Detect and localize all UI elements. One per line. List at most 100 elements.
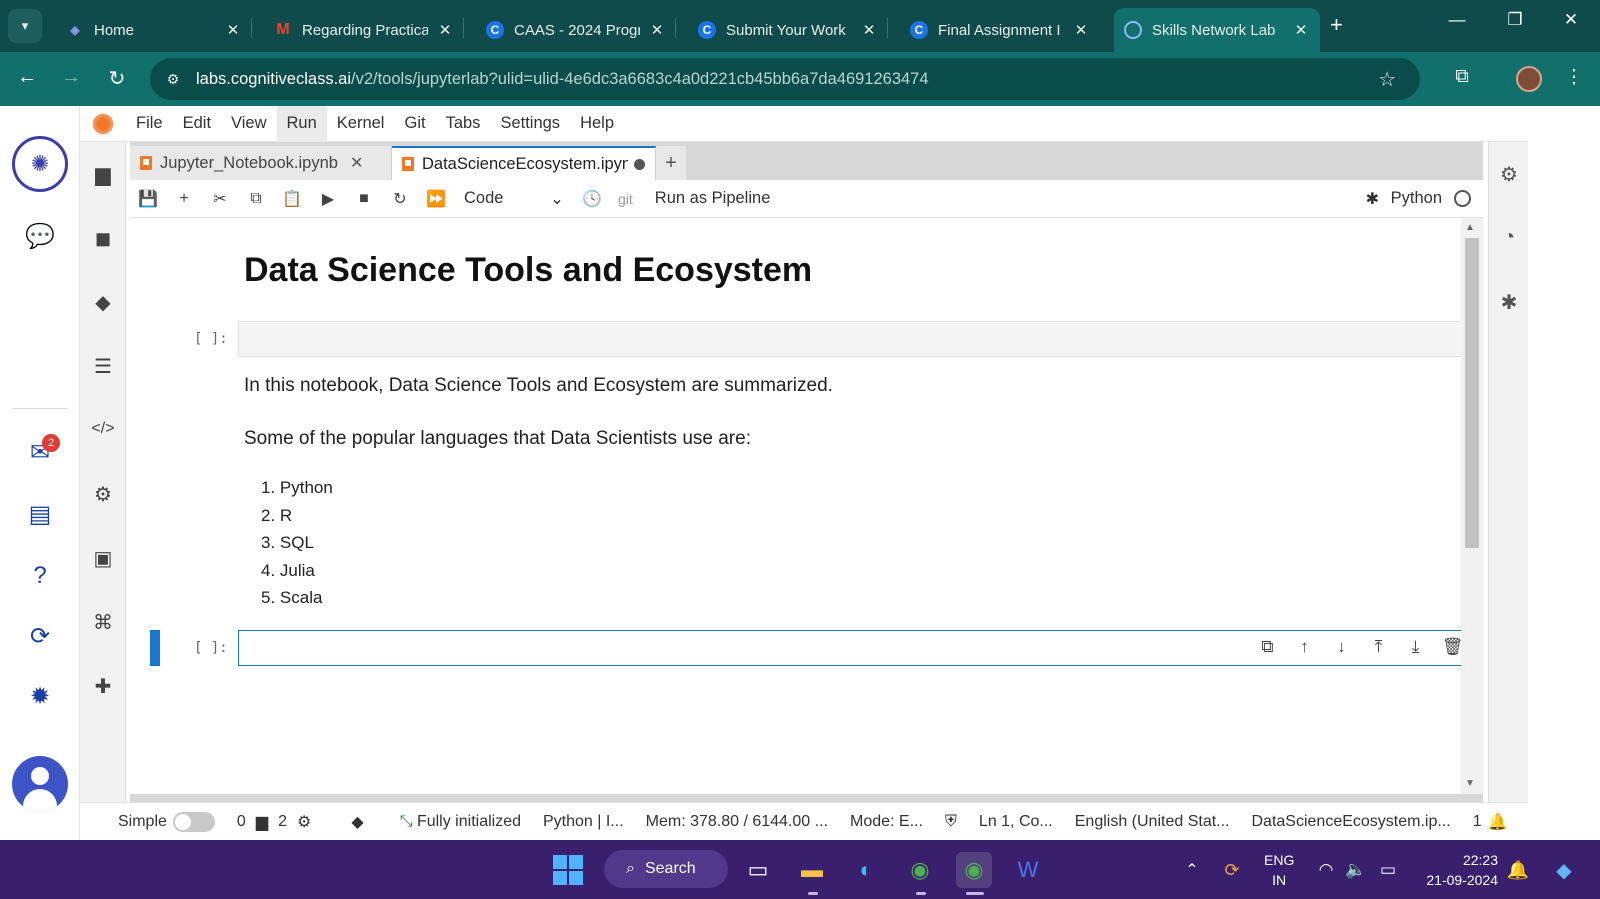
run-icon[interactable]: ▶ bbox=[310, 189, 346, 209]
run-as-pipeline-button[interactable]: Run as Pipeline bbox=[655, 189, 771, 208]
scroll-thumb[interactable] bbox=[1465, 238, 1479, 548]
task-view-icon[interactable]: ▭ bbox=[740, 852, 776, 888]
help-icon[interactable]: ? bbox=[16, 552, 64, 600]
copilot-icon[interactable]: ◆ bbox=[1546, 852, 1582, 888]
address-bar[interactable]: ⚙ labs.cognitiveclass.ai/v2/tools/jupyte… bbox=[150, 58, 1420, 100]
cut-icon[interactable]: ✂ bbox=[202, 189, 238, 209]
sync-tray-icon[interactable]: ⟳ bbox=[1214, 852, 1250, 888]
scroll-down-arrow-icon[interactable]: ▼ bbox=[1465, 778, 1475, 789]
chrome-profile-icon[interactable]: ◉ bbox=[956, 852, 992, 888]
init-status[interactable]: ⤡ Fully initialized bbox=[400, 813, 521, 831]
property-gear-icon[interactable]: ⚙ bbox=[1489, 162, 1529, 187]
git-diff-button[interactable]: git bbox=[618, 191, 633, 207]
property-inspector-icon[interactable]: ⚙ bbox=[80, 482, 126, 507]
close-icon[interactable]: ✕ bbox=[1072, 21, 1090, 39]
save-icon[interactable]: 💾 bbox=[130, 189, 166, 209]
reload-icon[interactable]: ↻ bbox=[104, 66, 130, 91]
site-info-icon[interactable]: ⚙ bbox=[160, 71, 186, 88]
debugger-bug-icon[interactable]: ✱ bbox=[1489, 290, 1529, 315]
menu-file[interactable]: File bbox=[126, 106, 173, 142]
menu-run[interactable]: Run bbox=[276, 105, 327, 142]
input-language[interactable]: ENG IN bbox=[1264, 850, 1294, 890]
menu-view[interactable]: View bbox=[221, 106, 276, 142]
add-tab-plus-icon[interactable]: + bbox=[656, 146, 686, 180]
trusted-shield-icon[interactable]: ⛨ bbox=[945, 813, 957, 831]
tab-search-chevron-icon[interactable]: ▾ bbox=[8, 9, 42, 43]
folder-icon[interactable]: ▆ bbox=[80, 162, 126, 187]
bookmark-star-icon[interactable]: ☆ bbox=[1378, 67, 1396, 92]
back-arrow-icon[interactable]: ← bbox=[14, 66, 40, 89]
volume-icon[interactable]: 🔈 bbox=[1338, 852, 1374, 888]
window-close-icon[interactable]: ✕ bbox=[1556, 10, 1586, 30]
menu-git[interactable]: Git bbox=[394, 106, 435, 142]
menu-tabs[interactable]: Tabs bbox=[436, 106, 491, 142]
chrome-icon[interactable]: ◉ bbox=[902, 852, 938, 888]
system-clock[interactable]: 22:23 21-09-2024 bbox=[1418, 850, 1498, 890]
insert-below-icon[interactable]: ⤓ bbox=[1397, 637, 1434, 657]
toggle-switch[interactable] bbox=[172, 811, 215, 832]
notification-count[interactable]: 1 bbox=[1473, 813, 1482, 831]
resource-gauge-icon[interactable]: ◔ bbox=[1489, 226, 1529, 249]
notification-bell-icon[interactable]: 🔔 bbox=[1500, 852, 1536, 888]
instructions-icon[interactable]: ▤ bbox=[16, 490, 64, 538]
close-icon[interactable]: ✕ bbox=[1292, 21, 1310, 39]
terminal-count[interactable]: 0 bbox=[237, 813, 246, 831]
doc-tab-jupyter-notebook[interactable]: Jupyter_Notebook.ipynb ✕ bbox=[130, 146, 392, 180]
insert-above-icon[interactable]: ⤒ bbox=[1360, 637, 1397, 657]
close-icon[interactable]: ✕ bbox=[860, 21, 878, 39]
browser-tab-skills-network[interactable]: Skills Network Lab ✕ bbox=[1114, 8, 1320, 52]
edge-icon[interactable]: ◐ bbox=[848, 852, 884, 888]
browser-tab-gmail[interactable]: M Regarding Practica ✕ bbox=[264, 8, 464, 52]
git-icon[interactable]: ◆ bbox=[80, 290, 126, 315]
menu-edit[interactable]: Edit bbox=[173, 106, 221, 142]
forward-arrow-icon[interactable]: → bbox=[58, 66, 84, 89]
close-icon[interactable]: ✕ bbox=[350, 153, 363, 173]
copy-icon[interactable]: ⧉ bbox=[238, 190, 274, 208]
cell-type-select[interactable]: Code ⌄ bbox=[464, 189, 564, 209]
close-icon[interactable]: ✕ bbox=[436, 21, 454, 39]
duplicate-cell-icon[interactable]: ⧉ bbox=[1249, 637, 1286, 657]
new-tab-plus-icon[interactable]: + bbox=[1330, 12, 1343, 38]
debugger-bug-icon[interactable]: ✱ bbox=[1366, 189, 1379, 209]
scroll-up-arrow-icon[interactable]: ▲ bbox=[1465, 222, 1475, 233]
table-of-contents-icon[interactable]: ☰ bbox=[80, 354, 126, 379]
restore-icon[interactable]: ❐ bbox=[1500, 10, 1530, 30]
sync-icon[interactable]: ⟳ bbox=[16, 612, 64, 660]
interrupt-stop-icon[interactable]: ■ bbox=[346, 190, 382, 208]
close-icon[interactable]: ✕ bbox=[224, 21, 242, 39]
git-status-icon[interactable]: ◆ bbox=[351, 812, 363, 832]
profile-avatar[interactable] bbox=[1516, 66, 1542, 92]
extension-puzzle-icon[interactable]: ✚ bbox=[80, 674, 126, 699]
minimize-icon[interactable]: — bbox=[1442, 10, 1472, 30]
url-text[interactable]: labs.cognitiveclass.ai/v2/tools/jupyterl… bbox=[196, 70, 929, 89]
kernel-indicator[interactable]: Python bbox=[1391, 189, 1471, 208]
windows-start-icon[interactable] bbox=[553, 855, 583, 885]
kernel-status[interactable]: Python | I... bbox=[543, 813, 624, 831]
user-avatar-icon[interactable] bbox=[12, 756, 68, 812]
menu-settings[interactable]: Settings bbox=[490, 106, 570, 142]
menu-help[interactable]: Help bbox=[570, 106, 624, 142]
move-down-arrow-icon[interactable]: ↓ bbox=[1323, 637, 1360, 657]
history-clock-icon[interactable]: 🕓 bbox=[574, 189, 610, 209]
ai-chat-icon[interactable]: 💬 bbox=[16, 212, 64, 260]
move-up-arrow-icon[interactable]: ↑ bbox=[1286, 637, 1323, 657]
doc-tab-datascience-ecosystem[interactable]: DataScienceEcosystem.ipynb bbox=[392, 146, 656, 180]
editor-mode[interactable]: Mode: E... bbox=[850, 813, 923, 831]
simple-mode-toggle[interactable]: Simple bbox=[118, 811, 215, 832]
kernel-count[interactable]: 2 bbox=[278, 813, 287, 831]
launcher-icon[interactable]: ▣ bbox=[80, 546, 126, 571]
close-icon[interactable]: ✕ bbox=[648, 21, 666, 39]
active-code-cell[interactable]: ⧉ ↑ ↓ ⤒ ⤓ 🗑 bbox=[238, 630, 1482, 666]
cursor-position[interactable]: Ln 1, Co... bbox=[979, 813, 1053, 831]
skills-network-logo-icon[interactable]: ✺ bbox=[12, 136, 68, 192]
browser-tab-submit[interactable]: C Submit Your Work ✕ bbox=[688, 8, 888, 52]
battery-icon[interactable]: ▭ bbox=[1370, 852, 1406, 888]
bell-icon[interactable]: 🔔 bbox=[1488, 812, 1508, 832]
taskbar-search-button[interactable]: ⌕ Search bbox=[604, 850, 728, 888]
wps-office-icon[interactable]: W bbox=[1010, 852, 1046, 888]
vertical-scrollbar[interactable]: ▲ ▼ bbox=[1461, 218, 1483, 794]
file-explorer-icon[interactable]: ▬ bbox=[794, 852, 830, 888]
language-indicator[interactable]: English (United Stat... bbox=[1075, 813, 1230, 831]
restart-icon[interactable]: ↻ bbox=[382, 189, 418, 209]
more-menu-icon[interactable]: ⋮ bbox=[1560, 66, 1588, 89]
